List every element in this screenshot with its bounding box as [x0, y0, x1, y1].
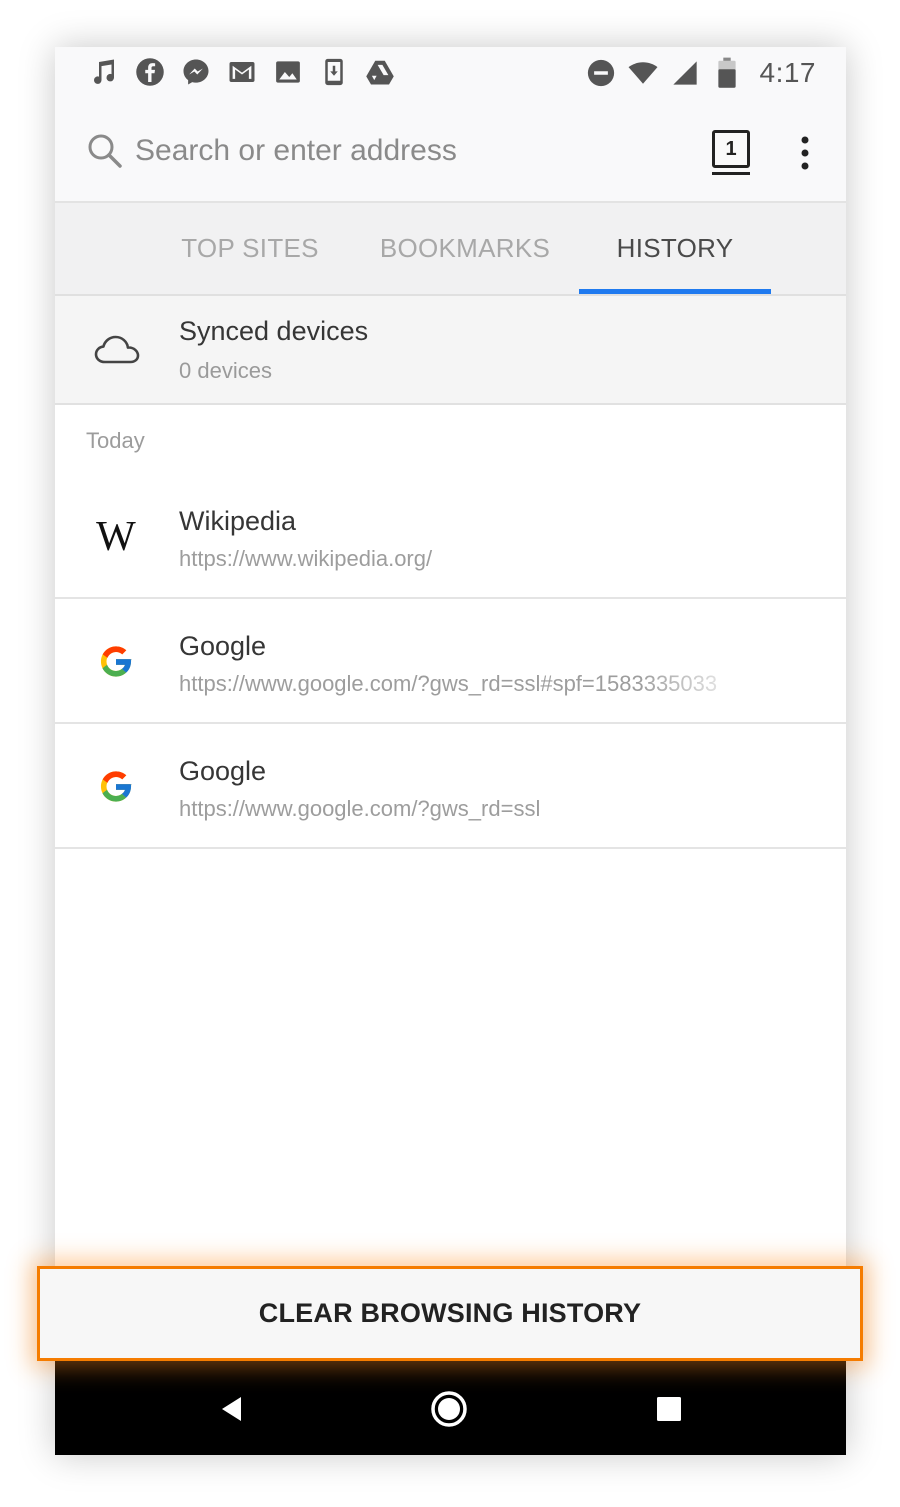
- history-item[interactable]: Google https://www.google.com/?gws_rd=ss…: [55, 724, 846, 849]
- history-item-title: Google: [179, 756, 267, 786]
- tab-count: 1: [712, 130, 750, 168]
- synced-devices-row[interactable]: Synced devices 0 devices: [55, 296, 846, 405]
- history-item-url: https://www.google.com/?gws_rd=ssl#spf=1…: [179, 671, 718, 696]
- synced-devices-count: 0 devices: [179, 358, 272, 383]
- image-icon: [273, 57, 303, 87]
- history-item-url: https://www.google.com/?gws_rd=ssl: [179, 796, 541, 821]
- cellular-signal-icon: [670, 58, 700, 88]
- clock: 4:17: [759, 57, 816, 88]
- facebook-icon: [135, 57, 165, 87]
- tabs-underline: [712, 172, 750, 175]
- panel-tabs: TOP SITES BOOKMARKS HISTORY: [55, 203, 846, 296]
- gmail-icon: [227, 57, 257, 87]
- notification-icons: [89, 57, 395, 87]
- synced-devices-title: Synced devices: [179, 316, 369, 346]
- wifi-icon: [628, 58, 658, 88]
- music-note-icon: [89, 57, 119, 87]
- active-tab-indicator: [579, 289, 771, 294]
- clear-browsing-history-button[interactable]: CLEAR BROWSING HISTORY: [37, 1266, 863, 1361]
- address-toolbar: 1: [55, 103, 846, 203]
- google-icon: [95, 641, 137, 683]
- google-icon: [95, 766, 137, 808]
- tab-bookmarks[interactable]: BOOKMARKS: [365, 203, 565, 294]
- recents-icon[interactable]: [649, 1389, 689, 1429]
- messenger-icon: [181, 57, 211, 87]
- overflow-menu-icon[interactable]: [793, 133, 817, 173]
- google-drive-icon: [365, 57, 395, 87]
- history-item[interactable]: Google https://www.google.com/?gws_rd=ss…: [55, 599, 846, 724]
- history-item[interactable]: W Wikipedia https://www.wikipedia.org/: [55, 474, 846, 599]
- download-icon: [319, 57, 349, 87]
- history-item-title: Wikipedia: [179, 506, 297, 536]
- battery-icon: [712, 57, 742, 88]
- tab-history[interactable]: HISTORY: [579, 203, 771, 294]
- wikipedia-icon: W: [96, 514, 136, 560]
- cloud-icon: [93, 330, 141, 370]
- phone-screen: 4:17 1 TOP SITES BOOKMARKS HISTORY: [55, 47, 846, 1455]
- tab-top-sites[interactable]: TOP SITES: [155, 203, 345, 294]
- back-icon[interactable]: [212, 1389, 252, 1429]
- page: 4:17 1 TOP SITES BOOKMARKS HISTORY: [0, 0, 900, 1507]
- history-item-title: Google: [179, 631, 267, 661]
- history-item-url: https://www.wikipedia.org/: [179, 546, 433, 571]
- status-bar: 4:17: [55, 47, 846, 103]
- tabs-counter-button[interactable]: 1: [710, 130, 750, 176]
- search-input[interactable]: [135, 127, 655, 175]
- system-navigation-bar: [55, 1361, 846, 1455]
- system-icons: 4:17: [586, 57, 817, 89]
- history-section-label: Today: [86, 428, 145, 453]
- do-not-disturb-icon: [586, 58, 616, 88]
- home-icon[interactable]: [429, 1389, 469, 1429]
- search-icon: [85, 131, 125, 171]
